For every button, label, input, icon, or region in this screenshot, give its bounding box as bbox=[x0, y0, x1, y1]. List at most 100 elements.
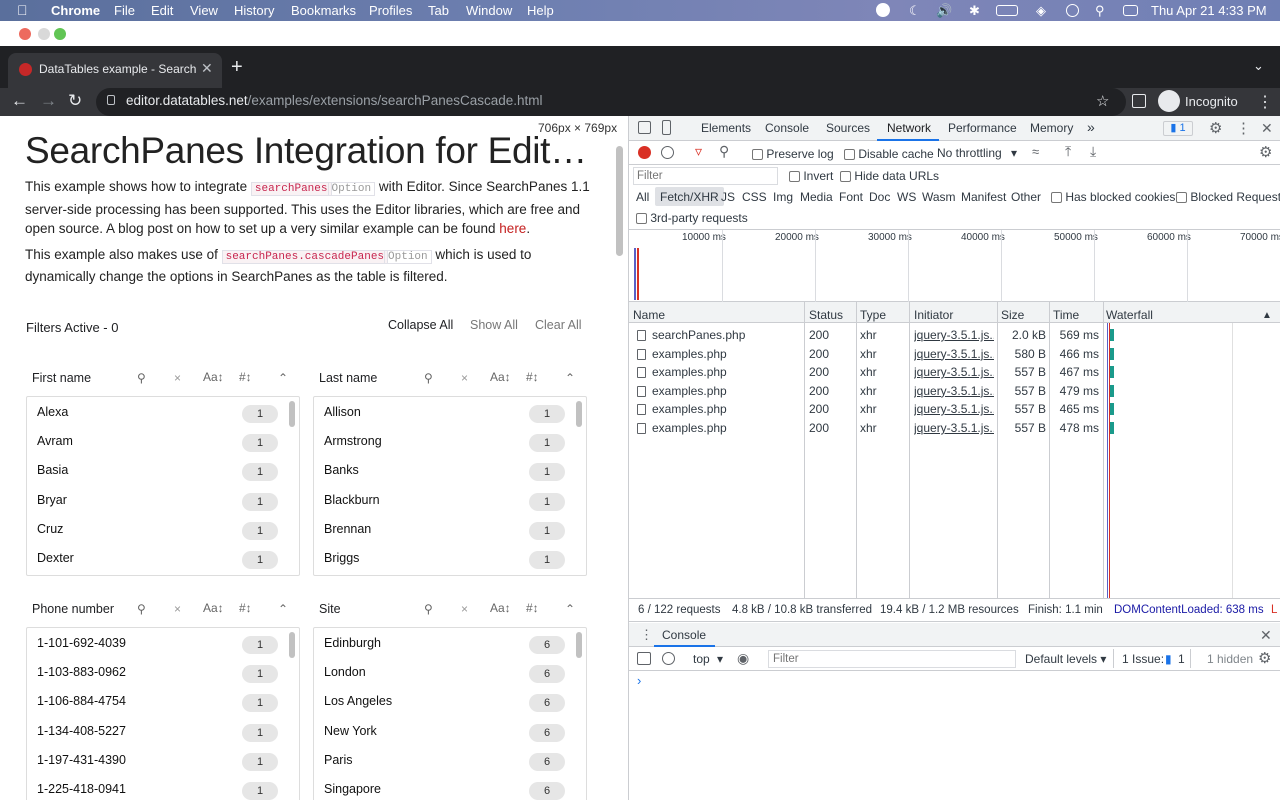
pane-clear-icon[interactable]: × bbox=[461, 602, 468, 616]
request-initiator-link[interactable]: jquery-3.5.1.js... bbox=[914, 365, 994, 379]
tab-search-chevron-icon[interactable]: ⌄ bbox=[1253, 58, 1264, 74]
preserve-log-checkbox[interactable]: Preserve log bbox=[752, 147, 834, 161]
sort-count-icon[interactable]: #↕ bbox=[526, 370, 539, 384]
address-bar[interactable]: editor.datatables.net/examples/extension… bbox=[96, 88, 1126, 116]
cascadepanes-code[interactable]: searchPanes.cascadePanes bbox=[221, 250, 389, 264]
sort-alpha-icon[interactable]: Aa↕ bbox=[203, 370, 224, 384]
third-party-checkbox[interactable]: 3rd-party requests bbox=[636, 211, 748, 225]
clear-all-button[interactable]: Clear All bbox=[535, 318, 582, 332]
sort-ascending-icon[interactable]: ▲ bbox=[1262, 310, 1272, 321]
pane-option-label[interactable]: 1-197-431-4390 bbox=[37, 753, 126, 767]
live-expression-eye-icon[interactable]: ◉ bbox=[737, 650, 749, 667]
drawer-menu-icon[interactable]: ⋮ bbox=[640, 627, 653, 643]
collapse-pane-icon[interactable]: ⌃ bbox=[278, 371, 288, 385]
waterfall-bar[interactable] bbox=[1110, 384, 1114, 397]
filter-funnel-icon[interactable]: ▿ bbox=[695, 143, 702, 160]
close-tab-icon[interactable]: ✕ bbox=[201, 60, 213, 77]
type-other[interactable]: Other bbox=[1011, 190, 1041, 204]
searchpanes-code[interactable]: searchPanes bbox=[250, 182, 332, 196]
log-levels-select[interactable]: Default levels ▾ bbox=[1025, 652, 1106, 666]
preserve-log-box[interactable] bbox=[752, 149, 763, 161]
throttling-select[interactable]: No throttling ▾ bbox=[937, 146, 1017, 160]
pane-search-icon[interactable]: ⚲ bbox=[424, 602, 433, 616]
back-arrow-icon[interactable]: ← bbox=[11, 91, 28, 111]
pane-scrollbar[interactable] bbox=[576, 401, 582, 427]
close-window-button[interactable] bbox=[19, 28, 31, 40]
menu-tab[interactable]: Tab bbox=[428, 3, 449, 18]
disable-cache-checkbox[interactable]: Disable cache bbox=[844, 147, 934, 161]
third-party-box[interactable] bbox=[636, 213, 647, 225]
col-initiator[interactable]: Initiator bbox=[914, 308, 953, 322]
waterfall-bar[interactable] bbox=[1110, 422, 1114, 434]
collapse-pane-icon[interactable]: ⌃ bbox=[278, 602, 288, 616]
close-drawer-icon[interactable]: ✕ bbox=[1260, 627, 1272, 644]
tab-elements[interactable]: Elements bbox=[701, 121, 751, 135]
console-settings-gear-icon[interactable]: ⚙ bbox=[1258, 649, 1271, 667]
settings-gear-icon[interactable]: ⚙ bbox=[1209, 119, 1222, 137]
hide-data-urls-checkbox[interactable]: Hide data URLs bbox=[840, 169, 939, 183]
console-sidebar-icon[interactable] bbox=[637, 652, 651, 665]
type-media[interactable]: Media bbox=[800, 190, 833, 204]
search-pane-list[interactable]: Alexa 1 Avram 1 Basia 1 Bryar 1 Cruz 1 Dexter 1 bbox=[26, 396, 300, 576]
issues-badge[interactable]: ▮ 1 bbox=[1163, 121, 1193, 136]
context-select[interactable]: top ▾ bbox=[693, 652, 723, 666]
battery-icon[interactable] bbox=[996, 5, 1018, 16]
page-scrollbar[interactable] bbox=[616, 146, 623, 256]
volume-icon[interactable]: 🔊 bbox=[936, 3, 952, 19]
record-status-icon[interactable] bbox=[876, 3, 890, 17]
menu-help[interactable]: Help bbox=[527, 3, 554, 18]
waterfall-bar[interactable] bbox=[1110, 403, 1114, 416]
type-all[interactable]: All bbox=[636, 190, 649, 204]
waterfall-bar[interactable] bbox=[1110, 366, 1114, 379]
pane-scrollbar[interactable] bbox=[289, 632, 295, 658]
pane-option-label[interactable]: 1-134-408-5227 bbox=[37, 724, 126, 738]
user-icon[interactable] bbox=[1066, 4, 1079, 17]
url-text[interactable]: editor.datatables.net/examples/extension… bbox=[126, 93, 543, 108]
request-initiator-link[interactable]: jquery-3.5.1.js... bbox=[914, 384, 994, 398]
menu-clock[interactable]: Thu Apr 21 4:33 PM bbox=[1151, 3, 1267, 18]
chrome-menu-icon[interactable]: ⋮ bbox=[1257, 92, 1273, 112]
network-settings-gear-icon[interactable]: ⚙ bbox=[1259, 143, 1272, 161]
sort-alpha-icon[interactable]: Aa↕ bbox=[203, 601, 224, 615]
import-har-icon[interactable]: ⤒ bbox=[1065, 143, 1071, 160]
request-initiator-link[interactable]: jquery-3.5.1.js... bbox=[914, 328, 994, 342]
menu-profiles[interactable]: Profiles bbox=[369, 3, 412, 18]
pane-search-icon[interactable]: ⚲ bbox=[137, 371, 146, 385]
menu-edit[interactable]: Edit bbox=[151, 3, 173, 18]
request-initiator-link[interactable]: jquery-3.5.1.js... bbox=[914, 347, 994, 361]
search-pane-list[interactable]: Allison 1 Armstrong 1 Banks 1 Blackburn 1 Brenna… bbox=[313, 396, 587, 576]
network-request-row[interactable]: examples.php 200 xhr jquery-3.5.1.js... 580 … bbox=[629, 345, 1280, 364]
col-status[interactable]: Status bbox=[809, 308, 843, 322]
pane-clear-icon[interactable]: × bbox=[174, 602, 181, 616]
search-icon[interactable]: ⚲ bbox=[719, 143, 729, 160]
clear-icon[interactable] bbox=[661, 146, 674, 159]
device-toolbar-icon[interactable] bbox=[662, 120, 671, 135]
tab-sources[interactable]: Sources bbox=[826, 121, 870, 135]
pane-option-label[interactable]: Brennan bbox=[324, 522, 371, 536]
incognito-label[interactable]: Incognito bbox=[1185, 94, 1238, 109]
pane-option-label[interactable]: Bryar bbox=[37, 493, 67, 507]
request-name[interactable]: examples.php bbox=[652, 347, 727, 361]
collapse-all-button[interactable]: Collapse All bbox=[388, 318, 453, 332]
console-drawer-tab[interactable]: Console bbox=[662, 628, 706, 642]
wifi-icon[interactable]: ◈ bbox=[1036, 3, 1046, 19]
pane-option-label[interactable]: Dexter bbox=[37, 551, 74, 565]
pane-option-label[interactable]: Banks bbox=[324, 463, 359, 477]
network-request-row[interactable]: searchPanes.php 200 xhr jquery-3.5.1.js... 2… bbox=[629, 326, 1280, 345]
search-pane-title[interactable]: Phone number bbox=[32, 602, 114, 616]
more-tabs-icon[interactable]: » bbox=[1087, 119, 1095, 135]
request-name[interactable]: searchPanes.php bbox=[652, 328, 745, 342]
menu-view[interactable]: View bbox=[190, 3, 218, 18]
sort-alpha-icon[interactable]: Aa↕ bbox=[490, 370, 511, 384]
network-request-row[interactable]: examples.php 200 xhr jquery-3.5.1.js... 557 … bbox=[629, 382, 1280, 401]
pane-option-label[interactable]: 1-103-883-0962 bbox=[37, 665, 126, 679]
zoom-window-button[interactable] bbox=[54, 28, 66, 40]
type-doc[interactable]: Doc bbox=[869, 190, 890, 204]
pane-option-label[interactable]: 1-106-884-4754 bbox=[37, 694, 126, 708]
forward-arrow-icon[interactable]: → bbox=[40, 91, 57, 111]
tab-console[interactable]: Console bbox=[765, 121, 809, 135]
request-initiator-link[interactable]: jquery-3.5.1.js... bbox=[914, 421, 994, 435]
devtools-menu-icon[interactable]: ⋮ bbox=[1236, 119, 1251, 137]
close-devtools-icon[interactable]: ✕ bbox=[1261, 120, 1273, 137]
sort-count-icon[interactable]: #↕ bbox=[239, 370, 252, 384]
